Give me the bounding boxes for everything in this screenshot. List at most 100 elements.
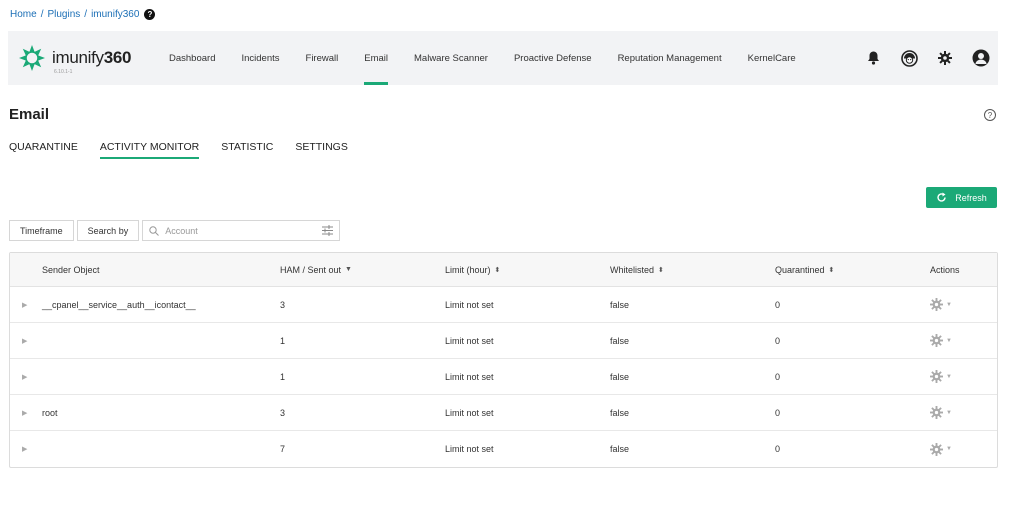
table-row: ▶ 7 Limit not set false 0 ▼ [10,431,997,467]
help-circle-icon[interactable]: ? [984,109,996,121]
breadcrumb-home[interactable]: Home [10,9,37,20]
whitelisted-cell: false [610,335,630,346]
quarantined-cell: 0 [775,407,781,418]
logo-name: imunify [52,48,104,67]
refresh-button[interactable]: Refresh [926,187,997,208]
sort-desc-icon: ▼ [345,266,352,273]
gear-icon[interactable] [936,49,954,67]
whitelisted-cell: false [610,444,630,454]
search-by-button[interactable]: Search by [76,220,140,241]
nav-email[interactable]: Email [351,31,401,85]
quarantined-cell: 0 [775,444,781,454]
ham-sent-out-cell: 1 [280,371,286,382]
nav-incidents[interactable]: Incidents [228,31,292,85]
tab-settings[interactable]: SETTINGS [295,141,348,159]
row-actions-menu[interactable]: ▼ [930,442,990,456]
nav-kernelcare[interactable]: KernelCare [735,31,809,85]
sender-object-cell: __cpanel__service__auth__icontact__ [42,299,196,310]
header-sender-object: Sender Object [42,264,100,275]
sender-object-cell: root [42,407,58,418]
gear-icon [930,442,943,456]
breadcrumb: Home / Plugins / imunify360 ? [10,7,156,21]
ham-sent-out-cell: 7 [280,444,286,454]
ham-sent-out-cell: 3 [280,299,286,310]
breadcrumb-plugins[interactable]: Plugins [47,9,80,20]
sort-icon: ⬍ [658,266,664,274]
refresh-icon [937,192,946,202]
whitelisted-cell: false [610,299,630,310]
expand-row-icon[interactable]: ▶ [10,445,42,453]
sort-icon: ⬍ [828,266,835,274]
header-actions: Actions [930,264,960,275]
table-row: ▶ 1 Limit not set false 0 ▼ [10,359,997,395]
ham-sent-out-cell: 1 [280,335,286,346]
limit-hour-cell: Limit not set [445,444,494,454]
logo-icon [19,45,45,71]
row-actions-menu[interactable]: ▼ [930,406,990,419]
refresh-label: Refresh [955,192,987,203]
expand-row-icon[interactable]: ▶ [10,337,42,345]
chevron-down-icon: ▼ [946,409,952,416]
filter-bar: Timeframe Search by Account [9,220,341,241]
nav-reputation-management[interactable]: Reputation Management [605,31,735,85]
quarantined-cell: 0 [775,335,781,346]
header-ham-sent-out[interactable]: HAM / Sent out ▼ [280,265,445,275]
filter-settings-icon[interactable] [322,225,334,236]
table-row: ▶ root 3 Limit not set false 0 ▼ [10,395,997,431]
expand-row-icon[interactable]: ▶ [10,409,42,417]
row-actions-menu[interactable]: ▼ [930,370,990,383]
breadcrumb-separator: / [84,8,88,20]
logo-number: 360 [103,48,132,67]
breadcrumb-separator: / [40,8,44,20]
header-limit-hour[interactable]: Limit (hour) ⬍ [445,265,610,275]
nav-malware-scanner[interactable]: Malware Scanner [401,31,501,85]
row-actions-menu[interactable]: ▼ [930,334,990,347]
expand-row-icon[interactable]: ▶ [10,373,42,381]
account-search-input[interactable]: Account [142,220,341,241]
table-row: ▶ __cpanel__service__auth__icontact__ 3 … [10,287,997,323]
limit-hour-cell: Limit not set [445,299,494,310]
chevron-down-icon: ▼ [946,301,952,308]
activity-monitor-table: Sender Object HAM / Sent out ▼ Limit (hou… [9,252,998,468]
top-navigation: imunify360 6.10.1-1 Dashboard Incidents … [8,31,998,85]
tab-activity-monitor[interactable]: ACTIVITY MONITOR [99,141,200,159]
table-header: Sender Object HAM / Sent out ▼ Limit (hou… [10,253,997,287]
limit-hour-cell: Limit not set [445,407,494,418]
gear-icon [930,334,943,347]
email-subtabs: QUARANTINE ACTIVITY MONITOR STATISTIC SE… [9,141,348,159]
support-icon[interactable] [900,49,918,67]
help-icon[interactable]: ? [144,8,156,20]
table-row: ▶ 1 Limit not set false 0 ▼ [10,323,997,359]
limit-hour-cell: Limit not set [445,371,494,382]
app-version: 6.10.1-1 [54,69,73,75]
user-icon[interactable] [972,49,990,67]
chevron-down-icon: ▼ [946,446,952,452]
quarantined-cell: 0 [775,371,781,382]
bell-icon[interactable] [864,49,882,67]
search-placeholder: Account [165,225,198,236]
page-title: Email [9,106,50,123]
quarantined-cell: 0 [775,299,781,310]
imunify360-logo[interactable]: imunify360 6.10.1-1 [18,44,148,75]
search-icon [149,225,160,236]
whitelisted-cell: false [610,407,630,418]
nav-proactive-defense[interactable]: Proactive Defense [501,31,605,85]
ham-sent-out-cell: 3 [280,407,286,418]
breadcrumb-imunify360[interactable]: imunify360 [91,9,139,20]
gear-icon [930,298,943,311]
limit-hour-cell: Limit not set [445,335,494,346]
tab-quarantine[interactable]: QUARANTINE [9,141,78,159]
sort-icon: ⬍ [494,266,501,274]
tab-statistic[interactable]: STATISTIC [221,141,273,159]
nav-firewall[interactable]: Firewall [293,31,352,85]
whitelisted-cell: false [610,371,630,382]
nav-dashboard[interactable]: Dashboard [156,31,228,85]
timeframe-button[interactable]: Timeframe [9,220,74,241]
expand-row-icon[interactable]: ▶ [10,301,42,309]
header-whitelisted[interactable]: Whitelisted ⬍ [610,265,775,275]
header-quarantined[interactable]: Quarantined ⬍ [775,265,930,275]
chevron-down-icon: ▼ [946,373,952,380]
gear-icon [930,406,943,419]
row-actions-menu[interactable]: ▼ [930,298,990,311]
chevron-down-icon: ▼ [946,337,952,344]
